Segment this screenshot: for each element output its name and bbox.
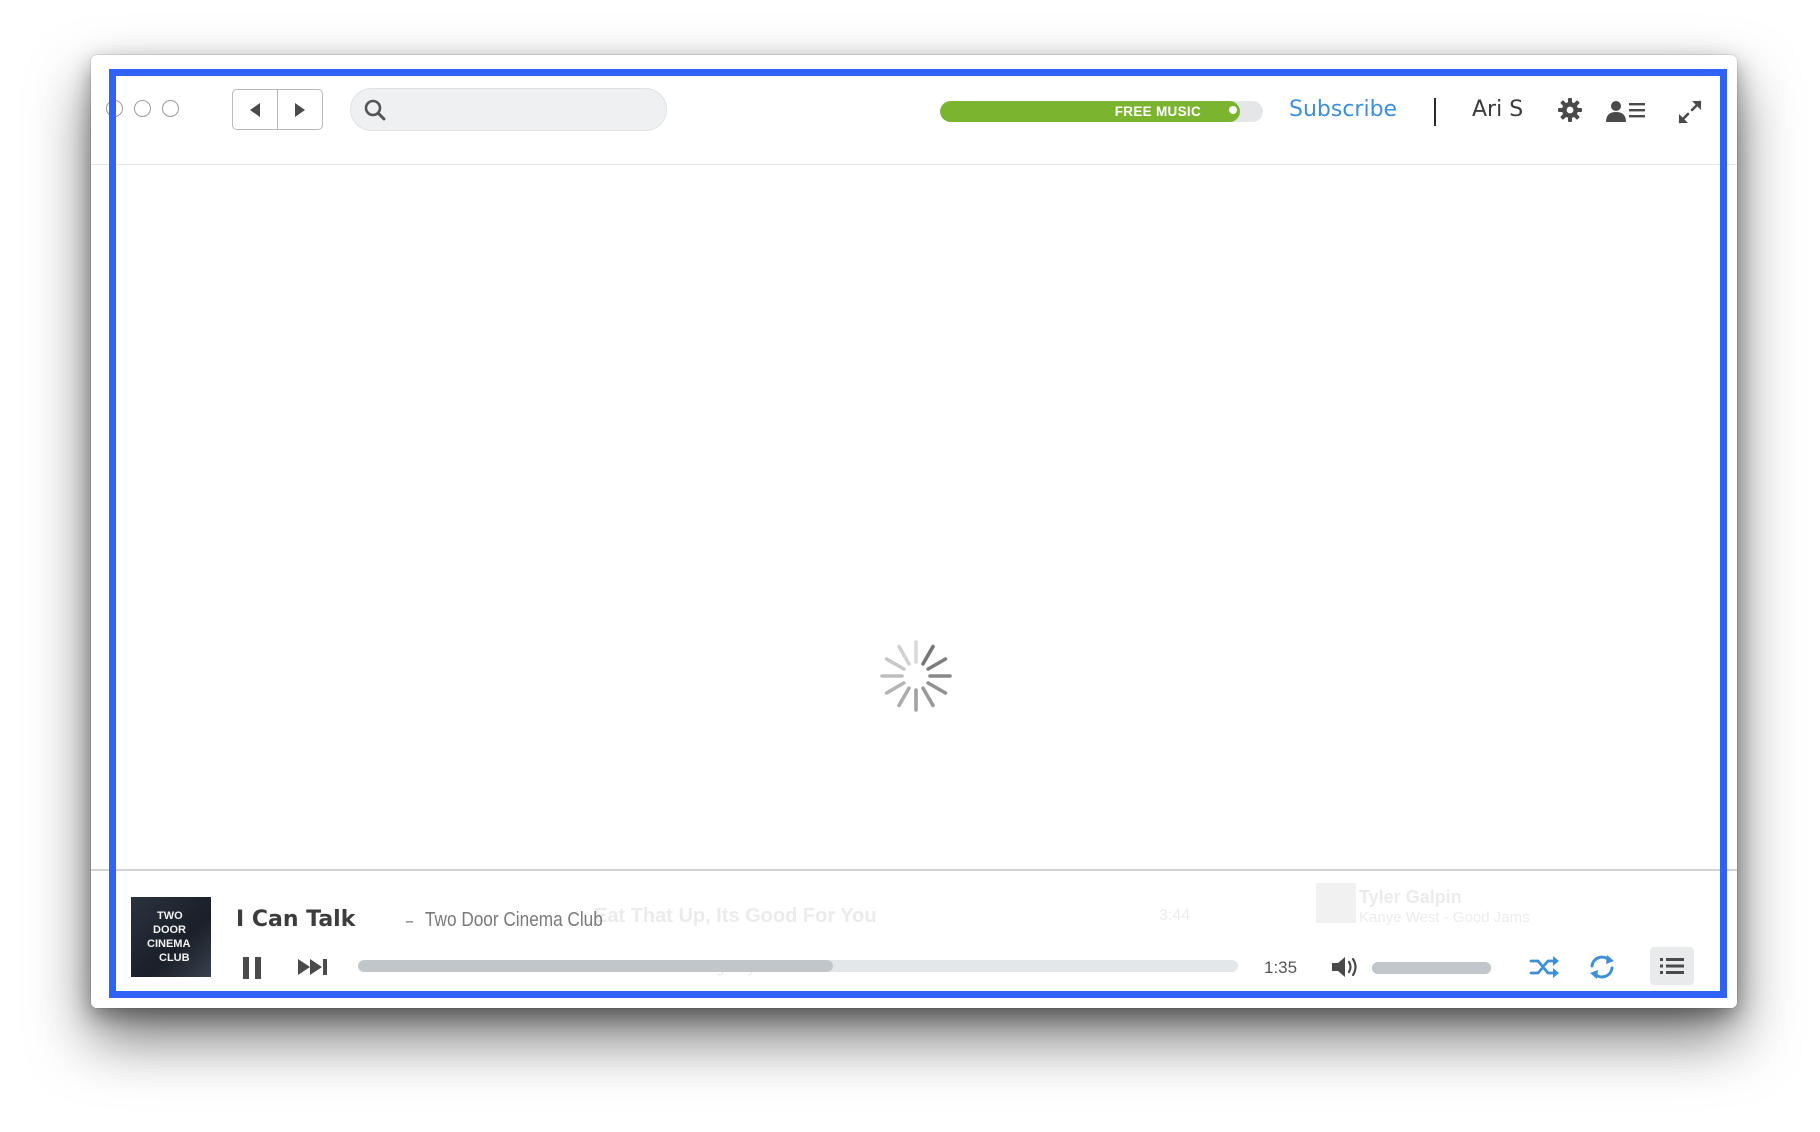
skip-next-icon xyxy=(298,959,327,975)
album-art-text: DOOR xyxy=(153,924,186,936)
main-content xyxy=(91,165,1737,869)
forward-button[interactable] xyxy=(277,90,322,129)
shuffle-icon xyxy=(1529,956,1559,978)
repeat-button[interactable] xyxy=(1587,953,1617,985)
playback-progress-fill xyxy=(358,960,834,972)
free-music-label: FREE MUSIC xyxy=(1114,104,1201,119)
spinner-icon xyxy=(880,640,952,712)
free-music-dot-icon xyxy=(1229,106,1237,114)
volume-button[interactable] xyxy=(1331,954,1361,984)
track-separator: – xyxy=(405,911,414,932)
next-button[interactable] xyxy=(297,957,331,981)
spinner-spoke xyxy=(897,686,911,708)
search-icon xyxy=(364,99,386,121)
player-bar: Eat That Up, Its Good For You 3:44 You'r… xyxy=(91,869,1737,1008)
background-track-title: Eat That Up, Its Good For You xyxy=(594,905,877,927)
window-zoom-button[interactable] xyxy=(162,100,179,117)
app-window: FREE MUSIC Subscribe Ari S Eat That Up, … xyxy=(91,55,1737,1008)
background-track-duration: 3:44 xyxy=(1159,907,1191,924)
expand-icon xyxy=(1678,100,1702,124)
search-box[interactable] xyxy=(350,88,667,132)
free-music-meter[interactable]: FREE MUSIC xyxy=(940,101,1263,122)
track-artist[interactable]: Two Door Cinema Club xyxy=(425,909,603,932)
shuffle-button[interactable] xyxy=(1529,954,1561,984)
playback-progress-bar[interactable] xyxy=(358,960,1238,972)
spinner-spoke xyxy=(921,644,935,666)
profile-button[interactable] xyxy=(1604,99,1648,127)
volume-icon xyxy=(1332,957,1357,977)
track-title[interactable]: I Can Talk xyxy=(236,907,355,932)
spinner-spoke xyxy=(921,686,935,708)
album-art-text: TWO xyxy=(157,910,183,922)
spinner-spoke xyxy=(884,657,906,671)
queue-list-icon xyxy=(1660,958,1684,974)
pause-button[interactable] xyxy=(239,955,265,985)
history-nav xyxy=(232,89,323,130)
subscribe-link[interactable]: Subscribe xyxy=(1289,97,1397,122)
back-button[interactable] xyxy=(233,90,277,129)
volume-slider-fill xyxy=(1372,962,1491,974)
repeat-icon xyxy=(1590,955,1614,979)
chevron-left-icon xyxy=(250,102,260,117)
album-art[interactable]: TWO DOOR CINEMA CLUB xyxy=(131,897,211,977)
spinner-spoke xyxy=(897,644,911,666)
album-art-text: CLUB xyxy=(159,952,190,964)
background-card-name: Tyler Galpin xyxy=(1359,887,1462,907)
window-close-button[interactable] xyxy=(106,100,123,117)
profile-list-icon xyxy=(1606,101,1645,122)
elapsed-time: 1:35 xyxy=(1264,958,1298,977)
pause-icon xyxy=(243,957,261,979)
background-card-subtitle: Kanye West - Good Jams xyxy=(1359,909,1530,926)
spinner-spoke xyxy=(926,657,948,671)
fullscreen-button[interactable] xyxy=(1677,99,1703,129)
chevron-right-icon xyxy=(295,102,305,117)
search-input[interactable] xyxy=(395,89,659,132)
queue-button[interactable] xyxy=(1650,947,1694,985)
settings-button[interactable] xyxy=(1557,97,1583,127)
background-card-avatar xyxy=(1316,883,1356,923)
top-bar: FREE MUSIC Subscribe Ari S xyxy=(91,55,1737,165)
window-minimize-button[interactable] xyxy=(134,100,151,117)
volume-slider[interactable] xyxy=(1372,962,1491,974)
divider xyxy=(1434,98,1436,126)
gear-icon xyxy=(1558,98,1582,122)
username[interactable]: Ari S xyxy=(1472,97,1523,122)
album-art-text: CINEMA xyxy=(147,938,191,950)
spinner-spoke xyxy=(884,681,906,695)
spinner-spoke xyxy=(926,681,948,695)
